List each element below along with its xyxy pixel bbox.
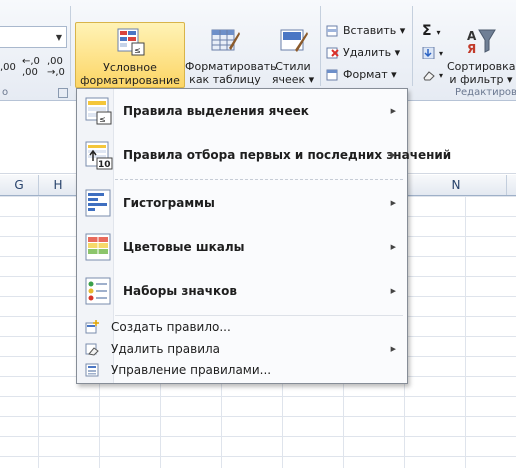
chevron-down-icon: ▾ — [399, 24, 406, 37]
group-separator — [70, 6, 71, 86]
svg-text:Я: Я — [467, 42, 476, 56]
fill-button[interactable]: ▾ — [422, 44, 443, 62]
menu-item-icon-sets[interactable]: Наборы значков ▶ — [79, 272, 405, 312]
submenu-arrow-icon: ▶ — [390, 199, 396, 207]
svg-text:≤: ≤ — [134, 46, 141, 55]
delete-cells-icon — [326, 47, 340, 59]
chevron-down-icon: ▾ — [439, 49, 444, 58]
chevron-down-icon: ▾ — [507, 73, 513, 86]
group-separator — [320, 6, 321, 86]
decrease-decimal-button[interactable]: ,00 →,0 — [47, 56, 65, 78]
submenu-arrow-icon: ▶ — [390, 345, 396, 353]
conditional-formatting-icon: ≤ — [114, 27, 146, 57]
sort-filter-icon: A Я — [465, 26, 497, 56]
chevron-down-icon: ▼ — [55, 33, 62, 42]
submenu-arrow-icon: ▶ — [390, 107, 396, 115]
chevron-down-icon: ▾ — [308, 73, 315, 86]
format-table-icon — [209, 26, 241, 56]
clear-button[interactable]: ▾ — [422, 66, 443, 84]
cell-styles-icon — [277, 26, 309, 56]
color-scales-icon — [85, 232, 113, 262]
new-rule-icon — [85, 320, 99, 334]
increase-decimal-button[interactable]: ←,0 ,00 — [22, 56, 40, 78]
menu-item-top-bottom-rules[interactable]: 10 Правила отбора первых и последних зна… — [79, 136, 451, 176]
column-header-n[interactable]: N — [405, 175, 507, 195]
svg-text:≤: ≤ — [99, 115, 106, 124]
icon-sets-icon — [85, 276, 113, 306]
top-bottom-icon: 10 — [85, 140, 113, 170]
sum-icon: Σ — [422, 23, 432, 39]
menu-item-new-rule[interactable]: Создать правило... — [79, 317, 405, 338]
format-as-table-button[interactable]: Форматировать как таблицу ▾ — [185, 22, 277, 99]
group-separator — [412, 6, 413, 86]
submenu-arrow-icon: ▶ — [390, 151, 396, 159]
fill-down-icon — [422, 46, 436, 60]
chevron-down-icon: ▾ — [394, 46, 401, 59]
highlight-cells-icon: ≤ — [85, 96, 113, 126]
svg-text:10: 10 — [98, 160, 111, 170]
conditional-formatting-button[interactable]: ≤ Условное форматирование ▾ — [75, 22, 185, 100]
sort-filter-button[interactable]: A Я Сортировка и фильтр ▾ — [447, 22, 516, 86]
menu-separator — [115, 315, 403, 316]
menu-separator — [115, 179, 403, 180]
column-header-g[interactable]: G — [0, 175, 39, 195]
clear-rules-icon — [85, 342, 99, 356]
submenu-arrow-icon: ▶ — [390, 287, 396, 295]
cell-styles-button[interactable]: Стили ячеек ▾ — [268, 22, 318, 86]
column-header-h[interactable]: H — [39, 175, 78, 195]
delete-button[interactable]: Удалить ▾ — [326, 44, 400, 62]
menu-item-color-scales[interactable]: Цветовые шкалы ▶ — [79, 228, 405, 268]
menu-item-clear-rules[interactable]: Удалить правила ▶ — [79, 339, 405, 360]
number-format-dropdown[interactable]: ▼ — [0, 26, 67, 48]
insert-cells-icon — [326, 25, 340, 37]
ribbon: ▼ ,00 ←,0 ,00 ,00 →,0 о ≤ Условное форма… — [0, 0, 516, 101]
insert-button[interactable]: Вставить ▾ — [326, 22, 405, 40]
conditional-formatting-menu: ≤ Правила выделения ячеек ▶ 10 Правила о… — [76, 88, 451, 384]
comma-style-button[interactable]: ,00 — [0, 62, 16, 73]
menu-item-manage-rules[interactable]: Управление правилами... — [79, 360, 405, 381]
submenu-arrow-icon: ▶ — [390, 243, 396, 251]
number-group-label: о — [2, 87, 9, 98]
data-bars-icon — [85, 188, 113, 218]
format-cells-icon — [326, 69, 340, 81]
format-button[interactable]: Формат ▾ — [326, 66, 397, 84]
chevron-down-icon: ▾ — [391, 68, 397, 81]
eraser-icon — [422, 69, 436, 81]
manage-rules-icon — [85, 363, 99, 377]
chevron-down-icon: ▾ — [436, 28, 441, 37]
editing-group-label: Редактиров — [455, 87, 516, 98]
autosum-button[interactable]: Σ ▾ — [422, 22, 440, 40]
number-dialog-launcher[interactable] — [58, 88, 68, 98]
chevron-down-icon: ▾ — [439, 71, 444, 80]
menu-item-highlight-rules[interactable]: ≤ Правила выделения ячеек ▶ — [79, 92, 405, 132]
menu-item-data-bars[interactable]: Гистограммы ▶ — [79, 184, 405, 224]
svg-text:A: A — [467, 29, 477, 43]
